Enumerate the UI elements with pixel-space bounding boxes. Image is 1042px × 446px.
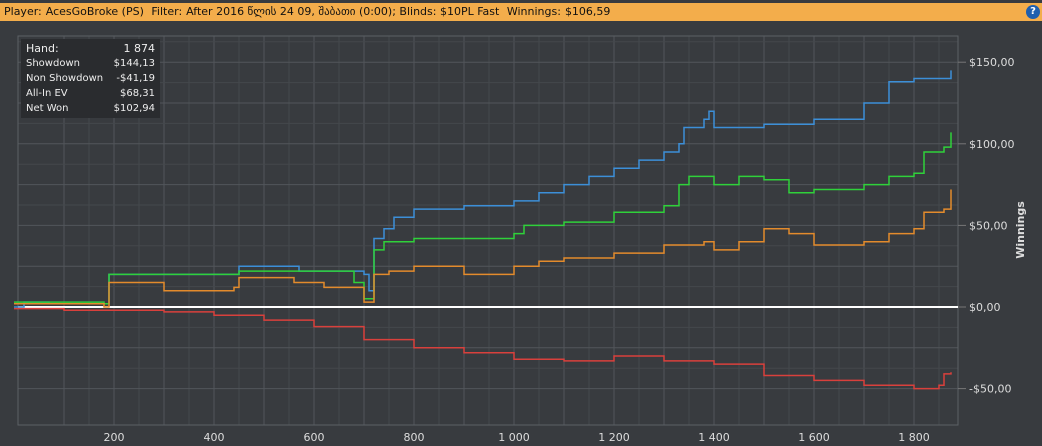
y-axis-label: Winnings <box>1014 201 1027 259</box>
x-tick-label: 200 <box>104 431 125 444</box>
x-tick-label: 1 400 <box>698 431 730 444</box>
stat-label: Hand: <box>26 42 59 55</box>
stat-row: Non Showdown -$41,19 <box>21 71 160 86</box>
x-tick-label: 1 800 <box>898 431 930 444</box>
x-tick-label: 600 <box>304 431 325 444</box>
series-line-net-won <box>14 132 952 305</box>
stats-panel: Hand: 1 874 Showdown $144,13 Non Showdown -$4… <box>21 39 160 118</box>
x-tick-label: 1 600 <box>798 431 830 444</box>
y-tick-label: -$50,00 <box>969 383 1011 396</box>
y-tick-label: $0,00 <box>969 301 1001 314</box>
stat-label: Net Won <box>26 103 69 114</box>
stat-row: Net Won $102,94 <box>21 101 160 116</box>
stat-row: Showdown $144,13 <box>21 56 160 71</box>
stat-value: $68,31 <box>120 88 155 99</box>
stat-value: -$41,19 <box>116 73 155 84</box>
series-line-non-showdown <box>14 307 952 390</box>
x-tick-label: 1 000 <box>498 431 530 444</box>
x-tick-label: 800 <box>404 431 425 444</box>
x-tick-label: 1 200 <box>598 431 630 444</box>
series-line-all-in-ev <box>14 189 952 308</box>
x-tick-label: 400 <box>204 431 225 444</box>
stat-row: All-In EV $68,31 <box>21 86 160 101</box>
stat-value: 1 874 <box>123 42 156 55</box>
stat-label: All-In EV <box>26 88 68 99</box>
y-tick-label: $50,00 <box>969 219 1008 232</box>
stat-label: Showdown <box>26 58 80 69</box>
y-tick-label: $150,00 <box>969 56 1015 69</box>
stat-value: $102,94 <box>113 103 155 114</box>
stat-value: $144,13 <box>113 58 155 69</box>
stat-label: Non Showdown <box>26 73 104 84</box>
y-tick-label: $100,00 <box>969 138 1015 151</box>
stat-row: Hand: 1 874 <box>21 41 160 56</box>
